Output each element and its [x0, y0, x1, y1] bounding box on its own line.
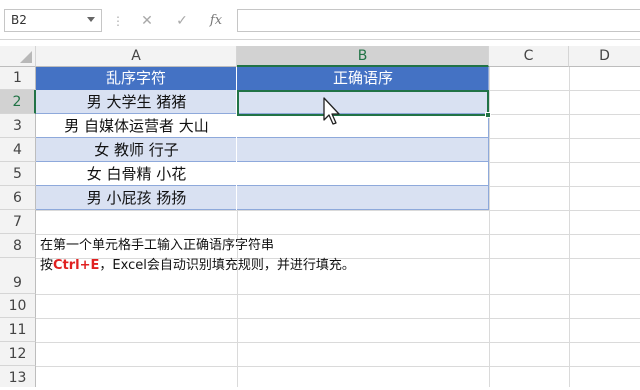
table-header-b[interactable]: 正确语序: [237, 67, 489, 90]
gridline: [489, 162, 640, 163]
instruction-prefix: 按: [40, 258, 54, 273]
mouse-pointer-icon: [323, 97, 340, 125]
instruction-line-2: 按Ctrl+E，Excel会自动识别填充规则，并进行填充。: [40, 256, 355, 276]
row-header-8[interactable]: 8: [0, 234, 36, 258]
table-cell-a6[interactable]: 男 小屁孩 扬扬: [36, 186, 237, 210]
table-cell-b3[interactable]: [237, 114, 489, 138]
table-right-border: [488, 67, 489, 210]
row-header-11[interactable]: 11: [0, 318, 36, 342]
table-header-a[interactable]: 乱序字符: [36, 67, 237, 90]
row-header-3[interactable]: 3: [0, 114, 36, 138]
cancel-icon[interactable]: ✕: [136, 10, 158, 32]
gridline: [569, 67, 570, 387]
chevron-down-icon[interactable]: [87, 17, 95, 22]
row-header-10[interactable]: 10: [0, 294, 36, 318]
formula-input[interactable]: [237, 9, 640, 32]
row-header-9[interactable]: 9: [0, 258, 36, 294]
gridline: [489, 90, 640, 91]
column-header-a[interactable]: A: [36, 46, 237, 67]
row-header-4[interactable]: 4: [0, 138, 36, 162]
table-cell-a2[interactable]: 男 大学生 猪猪: [36, 90, 237, 114]
table-cell-b6[interactable]: [237, 186, 489, 210]
drag-handle-icon[interactable]: ⋮: [112, 12, 124, 30]
gridline: [36, 234, 640, 235]
row-header-6[interactable]: 6: [0, 186, 36, 210]
row-header-12[interactable]: 12: [0, 342, 36, 366]
table-cell-b4[interactable]: [237, 138, 489, 162]
gridline: [489, 138, 640, 139]
column-header-c[interactable]: C: [489, 46, 569, 67]
select-all-triangle-icon: [20, 51, 32, 63]
shortcut-text: Ctrl+E: [53, 258, 100, 273]
row-header-5[interactable]: 5: [0, 162, 36, 186]
row-header-7[interactable]: 7: [0, 210, 36, 234]
row-header-1[interactable]: 1: [0, 67, 36, 90]
insert-function-button[interactable]: fx: [205, 10, 227, 32]
gridline: [36, 210, 640, 211]
fill-handle[interactable]: [485, 112, 491, 118]
instruction-suffix: ，Excel会自动识别填充规则，并进行填充。: [99, 258, 355, 273]
row-header-13[interactable]: 13: [0, 366, 36, 387]
gridline: [36, 294, 640, 295]
gridline: [36, 342, 640, 343]
gridline: [489, 186, 640, 187]
gridline: [489, 114, 640, 115]
row-header-2[interactable]: 2: [0, 90, 36, 114]
column-header-b[interactable]: B: [237, 46, 489, 67]
gridline: [36, 366, 640, 367]
table-cell-b5[interactable]: [237, 162, 489, 186]
active-cell-selection[interactable]: [237, 90, 489, 116]
table-cell-a3[interactable]: 男 自媒体运营者 大山: [36, 114, 237, 138]
table-cell-a5[interactable]: 女 白骨精 小花: [36, 162, 237, 186]
column-header-d[interactable]: D: [569, 46, 640, 67]
instruction-line-1: 在第一个单元格手工输入正确语序字符串: [40, 238, 275, 253]
gridline: [36, 318, 640, 319]
enter-icon[interactable]: ✓: [171, 10, 193, 32]
table-cell-a4[interactable]: 女 教师 行子: [36, 138, 237, 162]
